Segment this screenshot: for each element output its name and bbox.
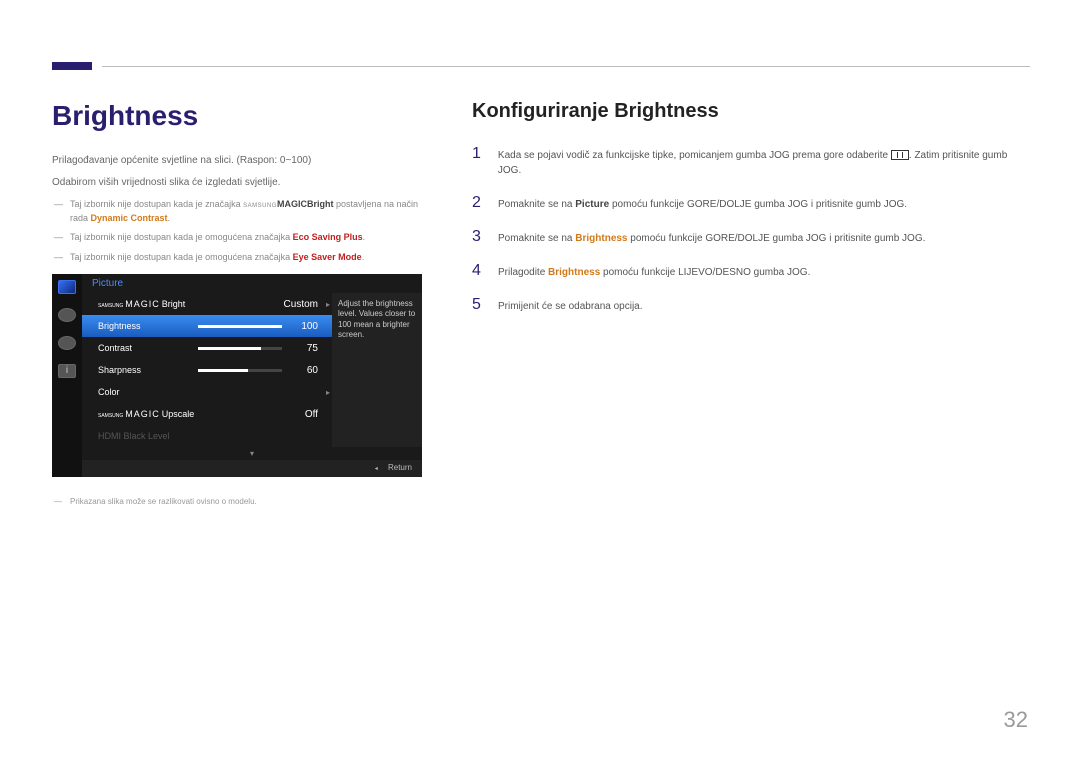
header-accent xyxy=(52,62,92,70)
step-text: Primijenit će se odabrana opcija. xyxy=(498,296,643,314)
step-text: Prilagodite Brightness pomoću funkcije L… xyxy=(498,262,810,280)
osd-title: Picture xyxy=(92,278,123,289)
osd-row: SAMSUNGMAGICBrightCustom▸ xyxy=(82,293,332,315)
osd-row: Sharpness60 xyxy=(82,359,332,381)
osd-tooltip: Adjust the brightness level. Values clos… xyxy=(332,293,422,447)
heading-config: Konfiguriranje Brightness xyxy=(472,100,1030,123)
heading-brightness: Brightness xyxy=(52,100,422,132)
footnote: Prikazana slika može se razlikovati ovis… xyxy=(52,497,422,506)
gear-icon xyxy=(58,308,76,322)
osd-row: Color▸ xyxy=(82,381,332,403)
step-item: 3 Pomaknite se na Brightness pomoću funkc… xyxy=(472,228,1030,246)
content: Brightness Prilagođavanje općenite svjet… xyxy=(52,100,1030,506)
note-item: Taj izbornik nije dostupan kada je znača… xyxy=(52,198,422,225)
menu-icon xyxy=(891,150,909,160)
osd-footer: ◂ Return xyxy=(82,460,422,477)
step-number: 5 xyxy=(472,296,486,314)
desc-line-2: Odabirom viših vrijednosti slika će izgl… xyxy=(52,176,422,190)
step-number: 3 xyxy=(472,228,486,246)
back-triangle-icon: ◂ xyxy=(375,466,378,472)
step-text: Pomaknite se na Brightness pomoću funkci… xyxy=(498,228,925,246)
steps-list: 1 Kada se pojavi vodič za funkcijske tipk… xyxy=(472,145,1030,314)
osd-return-label: Return xyxy=(388,463,412,472)
left-column: Brightness Prilagođavanje općenite svjet… xyxy=(52,100,422,506)
osd-screenshot: Picture SAMSUNGMAGICBrightCustom▸Brightn… xyxy=(52,274,422,477)
gear-icon-2 xyxy=(58,336,76,350)
osd-main: Picture SAMSUNGMAGICBrightCustom▸Brightn… xyxy=(82,274,422,477)
osd-rows: SAMSUNGMAGICBrightCustom▸Brightness100Co… xyxy=(82,293,332,447)
note-item: Taj izbornik nije dostupan kada je omogu… xyxy=(52,231,422,245)
notes-list: Taj izbornik nije dostupan kada je znača… xyxy=(52,198,422,264)
chevron-down-icon: ▾ xyxy=(82,447,422,460)
monitor-icon xyxy=(58,280,76,294)
osd-row: HDMI Black Level xyxy=(82,425,332,447)
osd-sidebar xyxy=(52,274,82,477)
step-item: 5 Primijenit će se odabrana opcija. xyxy=(472,296,1030,314)
note-item: Taj izbornik nije dostupan kada je omogu… xyxy=(52,251,422,265)
osd-row: SAMSUNGMAGICUpscaleOff xyxy=(82,403,332,425)
osd-row: Contrast75 xyxy=(82,337,332,359)
info-icon xyxy=(58,364,76,378)
osd-row: Brightness100 xyxy=(82,315,332,337)
step-item: 4 Prilagodite Brightness pomoću funkcije … xyxy=(472,262,1030,280)
step-text: Kada se pojavi vodič za funkcijske tipke… xyxy=(498,145,1030,178)
desc-line-1: Prilagođavanje općenite svjetline na sli… xyxy=(52,154,422,168)
step-number: 2 xyxy=(472,194,486,212)
step-item: 1 Kada se pojavi vodič za funkcijske tipk… xyxy=(472,145,1030,178)
osd-header: Picture xyxy=(82,274,422,293)
step-item: 2 Pomaknite se na Picture pomoću funkcije… xyxy=(472,194,1030,212)
right-column: Konfiguriranje Brightness 1 Kada se pojav… xyxy=(472,100,1030,506)
page-number: 32 xyxy=(1004,707,1028,733)
step-number: 4 xyxy=(472,262,486,280)
step-number: 1 xyxy=(472,145,486,178)
step-text: Pomaknite se na Picture pomoću funkcije … xyxy=(498,194,907,212)
header-rule xyxy=(102,66,1030,67)
